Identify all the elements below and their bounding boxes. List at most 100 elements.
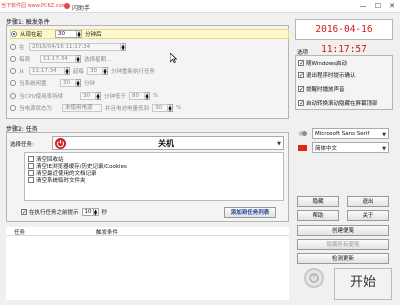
help-button[interactable]: 帮助 <box>297 210 339 221</box>
interval-every-label: 起每 <box>73 69 85 75</box>
about-button[interactable]: 关于 <box>347 210 389 221</box>
radio-power[interactable] <box>10 105 16 111</box>
font-icon <box>298 130 308 137</box>
checkbox-sound[interactable]: ✓ <box>298 85 304 92</box>
check-update-button[interactable]: 检测更新 <box>297 253 389 264</box>
power-state-select[interactable]: 未使用电源 <box>62 104 102 112</box>
weekly-time-input[interactable]: 11:17:34 <box>40 55 76 63</box>
task-table-header: 任务 触发条件 <box>6 227 289 236</box>
checkbox-auto-hide[interactable]: ✓ <box>298 99 304 106</box>
start-button[interactable]: 开始 <box>334 268 392 300</box>
hide-button[interactable]: 隐藏 <box>297 196 339 207</box>
power-label: 当电源状态为 <box>19 106 53 112</box>
app-icon <box>64 3 70 9</box>
column-trigger[interactable]: 触发条件 <box>96 228 118 236</box>
prompt-seconds-input[interactable]: 10 <box>81 208 94 216</box>
radio-datetime[interactable] <box>10 44 16 50</box>
column-task[interactable]: 任务 <box>14 228 25 236</box>
battery-percent-input[interactable]: 30 <box>152 104 169 112</box>
mouse-cursor-icon <box>170 53 177 63</box>
radio-idle[interactable] <box>10 80 16 86</box>
selected-task-value: 关机 <box>158 139 174 148</box>
cpu-minutes-spinner[interactable]: ▲ ▼ <box>96 92 101 100</box>
option-sound[interactable]: ✓ 提醒时播放声音 <box>298 84 345 93</box>
window-title: 闪助手 <box>72 5 91 12</box>
cpu-percent-input[interactable]: 80 <box>129 92 146 100</box>
trigger-row-cpu[interactable]: 当CPU使用率持续 30 ▲ ▼ 分钟低于 80 ▲ ▼ % <box>10 91 158 101</box>
countdown-label: 从现在起 <box>20 32 43 38</box>
idle-spinner[interactable]: ▲ ▼ <box>76 79 81 87</box>
checkbox-prompt-before[interactable]: ✓ <box>21 209 27 216</box>
radio-cpu[interactable] <box>10 93 16 99</box>
datetime-input[interactable]: 2016/04/16 11:17:34 <box>29 43 121 51</box>
list-item[interactable]: 清空系统临时文件夹 <box>28 176 86 184</box>
close-button[interactable]: ✕ <box>385 1 399 11</box>
add-to-task-list-button[interactable]: 添加到任务列表 <box>224 207 276 218</box>
trigger-row-idle[interactable]: 当系统闲置 30 ▲ ▼ 分钟 <box>10 78 95 88</box>
countdown-spinner[interactable]: ▲ ▼ <box>77 30 82 38</box>
countdown-input[interactable]: 30 <box>55 30 77 38</box>
create-note-button[interactable]: 创建便笺 <box>297 225 389 236</box>
radio-weekly[interactable] <box>10 56 16 62</box>
interval-minutes-spinner[interactable]: ▲ ▼ <box>103 67 109 75</box>
minimize-button[interactable]: — <box>356 1 370 11</box>
prompt-seconds-unit: 秒 <box>101 210 108 216</box>
hide-all-notes-button[interactable]: 隐藏所有便笺 <box>297 239 389 250</box>
task-list: 清空回收站 清空IE浏览器缓存/历史记录/Cookies 清空最近使用的文档记录… <box>24 152 284 201</box>
checkbox-startup[interactable]: ✓ <box>298 59 304 66</box>
trigger-row-datetime[interactable]: 在 2016/04/16 11:17:34 ▲ ▼ <box>10 42 126 52</box>
interval-unit: 分钟重新执行任务 <box>111 69 156 75</box>
interval-from-label: 从 <box>19 69 25 75</box>
idle-unit: 分钟 <box>84 81 96 87</box>
watermark: 当下软件园 www.PC6Z.com <box>1 3 67 9</box>
idle-label: 当系统闲置 <box>19 81 47 87</box>
trigger-row-power[interactable]: 当电源状态为 未使用电源 并且电池电量低到 30 ▲ ▼ % <box>10 103 181 113</box>
start-icon <box>304 268 324 288</box>
chevron-down-icon: ▼ <box>277 141 281 147</box>
option-confirm-exit-label: 退出程序时提示确认 <box>306 72 356 79</box>
trigger-row-interval[interactable]: 从 11:17:34 ▲ ▼ 起每 30 ▲ ▼ 分钟重新执行任务 <box>10 66 155 76</box>
trigger-row-weekly[interactable]: 每周 11:17:34 ▲ ▼ 选择星期... <box>10 54 111 64</box>
option-confirm-exit[interactable]: ✓ 退出程序时提示确认 <box>298 70 356 79</box>
prompt-seconds-spinner[interactable]: ▲ ▼ <box>93 208 99 216</box>
cpu-below-label: 分钟低于 <box>104 94 127 100</box>
option-startup-label: 随Windows启动 <box>306 60 348 67</box>
font-select-value: Microsoft Sans Serif <box>315 130 370 137</box>
interval-start-input[interactable]: 11:17:34 <box>29 67 65 75</box>
maximize-button[interactable]: ☐ <box>371 1 385 11</box>
battery-spinner[interactable]: ▲ ▼ <box>168 104 174 112</box>
cpu-percent-spinner[interactable]: ▲ ▼ <box>145 92 151 100</box>
power-icon <box>55 138 66 149</box>
interval-start-spinner[interactable]: ▲ ▼ <box>65 67 70 75</box>
font-select[interactable]: Microsoft Sans Serif ▼ <box>312 128 389 139</box>
task-checkbox[interactable] <box>28 177 34 183</box>
battery-percent-unit: % <box>176 105 182 111</box>
interval-minutes-input[interactable]: 30 <box>87 67 104 75</box>
battery-label: 并且电池电量低到 <box>105 106 150 112</box>
option-startup[interactable]: ✓ 随Windows启动 <box>298 58 347 67</box>
chevron-down-icon: ▼ <box>382 132 386 138</box>
task-select[interactable]: 关机 ▼ <box>52 136 284 150</box>
radio-countdown[interactable] <box>11 31 17 37</box>
exit-button[interactable]: 退出 <box>347 196 389 207</box>
cpu-percent-unit: % <box>153 93 159 99</box>
trigger-row-countdown[interactable]: 从现在起 30 ▲ ▼ 分钟后 <box>10 29 289 39</box>
chevron-down-icon: ▼ <box>382 146 386 152</box>
prompt-before-row[interactable]: ✓ 在执行任务之前提示 10 ▲ ▼ 秒 <box>21 208 107 216</box>
idle-minutes-input[interactable]: 30 <box>60 79 76 87</box>
cpu-minutes-input[interactable]: 30 <box>80 92 96 100</box>
current-time-display: 2016-04-16 11:17:57 <box>295 19 393 55</box>
option-sound-label: 提醒时播放声音 <box>306 86 345 93</box>
language-select-value: 简体中文 <box>315 145 338 152</box>
weekly-spinner[interactable]: ▲ ▼ <box>76 55 81 63</box>
select-weekday-link[interactable]: 选择星期... <box>84 55 111 63</box>
datetime-spinner[interactable]: ▲ ▼ <box>121 43 126 51</box>
title-bar: 当下软件园 www.PC6Z.com 闪助手 — ☐ ✕ <box>0 0 400 13</box>
task-table[interactable] <box>6 236 289 300</box>
checkbox-confirm-exit[interactable]: ✓ <box>298 71 304 78</box>
option-auto-hide[interactable]: ✓ 自动转换滚动隐藏在屏幕顶部 <box>298 98 378 107</box>
datetime-label: 在 <box>19 45 25 51</box>
language-select[interactable]: 简体中文 ▼ <box>312 142 389 153</box>
prompt-before-label: 在执行任务之前提示 <box>29 210 79 216</box>
radio-interval[interactable] <box>10 68 16 74</box>
